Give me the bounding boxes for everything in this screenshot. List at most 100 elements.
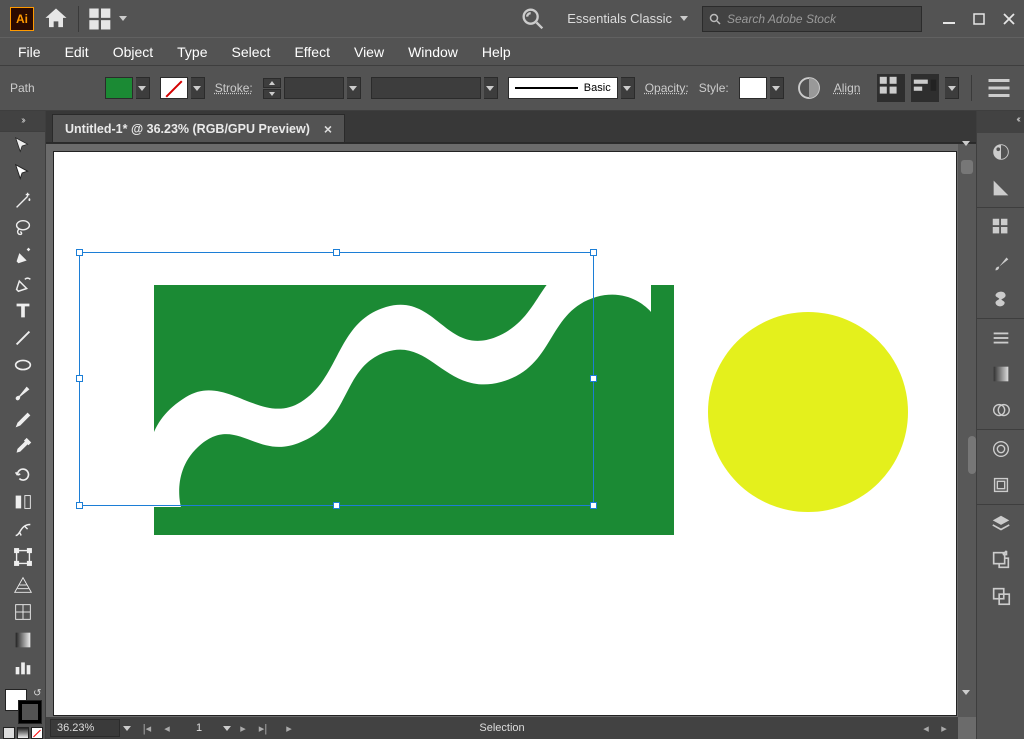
eyedropper-tool[interactable] [7, 434, 39, 461]
align-options-icon[interactable] [877, 74, 905, 102]
align-dropdown-icon[interactable] [945, 77, 959, 99]
brushes-panel[interactable] [986, 250, 1016, 276]
brush-definition[interactable]: Basic [508, 77, 635, 99]
handle-bl[interactable] [76, 502, 83, 509]
color-panel[interactable] [986, 139, 1016, 165]
menu-type[interactable]: Type [165, 40, 219, 64]
document-tab[interactable]: Untitled-1* @ 36.23% (RGB/GPU Preview) × [52, 114, 345, 142]
fill-color-picker[interactable] [105, 77, 150, 99]
line-segment-tool[interactable] [7, 324, 39, 351]
menu-select[interactable]: Select [220, 40, 283, 64]
selection-tool[interactable] [7, 132, 39, 159]
window-minimize-button[interactable] [934, 8, 964, 30]
artboard-number[interactable]: 1 [179, 722, 219, 734]
arrange-documents-icon[interactable] [87, 5, 127, 33]
hscroll-left-icon[interactable]: ◂ [918, 720, 934, 736]
window-close-button[interactable] [994, 8, 1024, 30]
panel-resize-grip[interactable] [968, 436, 976, 474]
transparency-panel[interactable] [986, 397, 1016, 423]
pen-tool[interactable] [7, 242, 39, 269]
stroke-box[interactable] [19, 701, 41, 723]
draw-mode-controls[interactable] [3, 727, 43, 739]
mesh-tool[interactable] [7, 599, 39, 626]
last-artboard-icon[interactable]: ▸| [255, 720, 271, 736]
hscroll-right-icon[interactable]: ▸ [936, 720, 952, 736]
window-maximize-button[interactable] [964, 8, 994, 30]
artboards-panel[interactable] [986, 583, 1016, 609]
curvature-tool[interactable] [7, 269, 39, 296]
stroke-panel[interactable] [986, 325, 1016, 351]
menu-edit[interactable]: Edit [53, 40, 101, 64]
swatches-panel[interactable] [986, 214, 1016, 240]
document-viewport[interactable]: 36.23% |◂ ◂ 1 ▸ ▸| Selection ▸ ◂ ▸ [46, 143, 976, 739]
zoom-dropdown-icon[interactable] [123, 726, 131, 731]
style-swatch[interactable] [739, 77, 767, 99]
status-bar: 36.23% |◂ ◂ 1 ▸ ▸| Selection ▸ ◂ ▸ [46, 717, 958, 739]
stroke-swatch-none[interactable] [160, 77, 188, 99]
handle-tl[interactable] [76, 249, 83, 256]
color-guide-panel[interactable] [986, 175, 1016, 201]
ellipse-tool[interactable] [7, 352, 39, 379]
yellow-circle-shape[interactable] [708, 312, 908, 512]
width-tool[interactable] [7, 516, 39, 543]
handle-ml[interactable] [76, 375, 83, 382]
graphic-style-picker[interactable] [739, 77, 784, 99]
pencil-tool[interactable] [7, 406, 39, 433]
brush-name: Basic [584, 82, 611, 94]
next-artboard-icon[interactable]: ▸ [235, 720, 251, 736]
fill-stroke-control[interactable]: ↺ [5, 689, 41, 723]
isolate-object-icon[interactable] [911, 74, 939, 102]
lasso-tool[interactable] [7, 214, 39, 241]
menu-file[interactable]: File [6, 40, 53, 64]
menu-effect[interactable]: Effect [282, 40, 342, 64]
column-graph-tool[interactable] [7, 653, 39, 680]
zoom-level-input[interactable]: 36.23% [50, 719, 120, 737]
appearance-panel[interactable] [986, 436, 1016, 462]
free-transform-tool[interactable] [7, 544, 39, 571]
direct-selection-tool[interactable] [7, 159, 39, 186]
menu-object[interactable]: Object [101, 40, 165, 64]
first-artboard-icon[interactable]: |◂ [139, 720, 155, 736]
style-label: Style: [699, 81, 729, 95]
search-icon[interactable] [519, 5, 547, 33]
symbols-panel[interactable] [986, 286, 1016, 312]
type-tool[interactable] [7, 297, 39, 324]
dock-collapse-icon[interactable]: ‹‹ [977, 111, 1024, 133]
white-wave-shape[interactable] [126, 252, 681, 522]
scroll-down-icon[interactable] [962, 695, 970, 713]
adobe-stock-search[interactable]: Search Adobe Stock [702, 6, 922, 32]
align-label: Align [834, 81, 861, 95]
scroll-up-icon[interactable] [962, 146, 970, 164]
stroke-color-picker[interactable] [160, 77, 205, 99]
fill-swatch[interactable] [105, 77, 133, 99]
home-icon[interactable] [42, 5, 70, 33]
gradient-panel[interactable] [986, 361, 1016, 387]
paintbrush-tool[interactable] [7, 379, 39, 406]
perspective-grid-tool[interactable] [7, 571, 39, 598]
workspace-switcher[interactable]: Essentials Classic [553, 6, 698, 32]
stroke-label: Stroke: [215, 81, 253, 95]
recolor-artwork-icon[interactable] [794, 73, 824, 103]
stroke-weight-input[interactable] [263, 77, 361, 99]
close-tab-icon[interactable]: × [324, 121, 332, 137]
reflect-tool[interactable] [7, 489, 39, 516]
magic-wand-tool[interactable] [7, 187, 39, 214]
menu-help[interactable]: Help [470, 40, 523, 64]
prev-artboard-icon[interactable]: ◂ [159, 720, 175, 736]
swap-fill-stroke-icon[interactable]: ↺ [33, 688, 41, 699]
asset-export-panel[interactable] [986, 547, 1016, 573]
rotate-tool[interactable] [7, 461, 39, 488]
gradient-tool[interactable] [7, 626, 39, 653]
vertical-scrollbar[interactable] [958, 144, 976, 717]
layers-panel[interactable] [986, 511, 1016, 537]
graphic-styles-panel[interactable] [986, 472, 1016, 498]
menu-window[interactable]: Window [396, 40, 470, 64]
canvas[interactable] [54, 152, 956, 715]
variable-width-profile[interactable] [371, 77, 498, 99]
status-play-icon[interactable]: ▸ [281, 720, 297, 736]
panel-menu-icon[interactable] [984, 73, 1014, 103]
tools-collapse-icon[interactable]: ›› [0, 111, 45, 132]
menu-view[interactable]: View [342, 40, 396, 64]
artboard-dropdown-icon[interactable] [223, 726, 231, 731]
control-panel: Path Stroke: Basic Opacity: Style: Align [0, 65, 1024, 111]
